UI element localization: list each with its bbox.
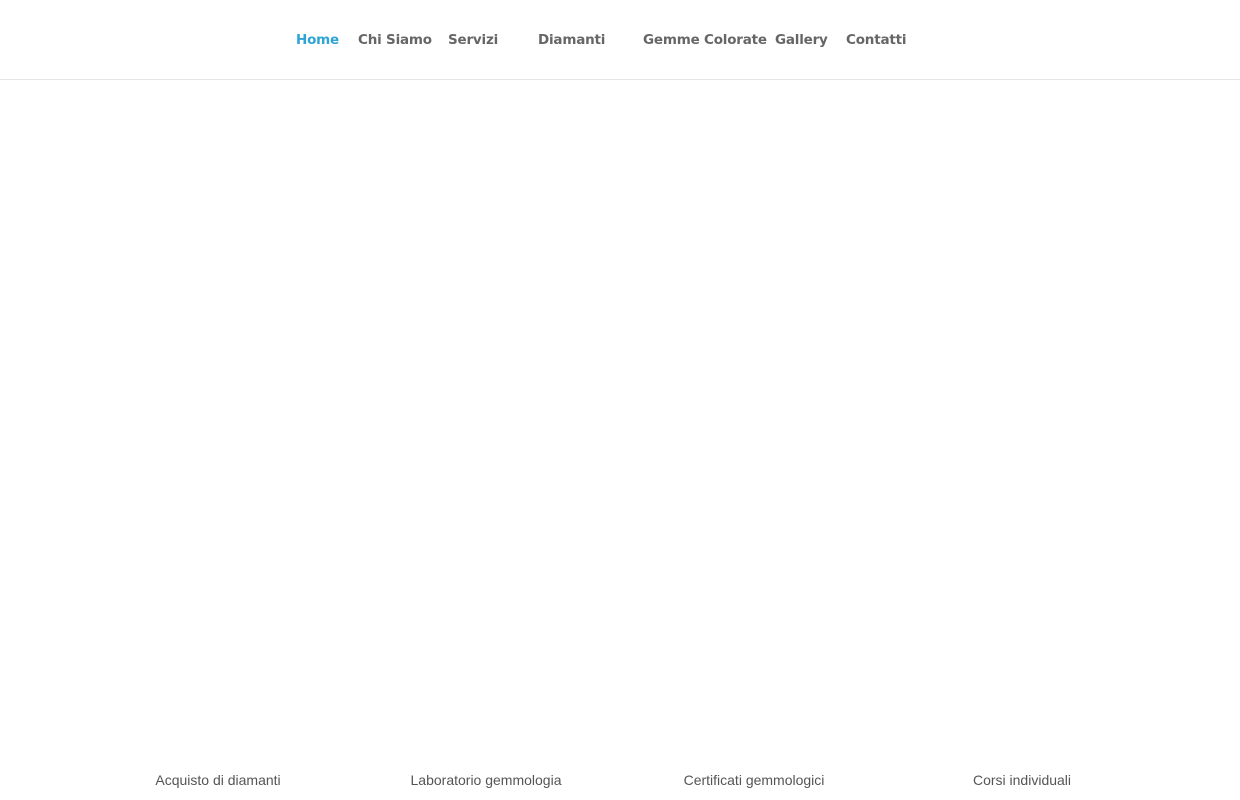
- service-link-acquisto-diamanti[interactable]: Acquisto di diamanti: [155, 771, 280, 789]
- nav-item-chi-siamo[interactable]: Chi Siamo: [358, 31, 432, 49]
- nav-item-diamanti[interactable]: Diamanti: [538, 31, 605, 49]
- service-link-corsi-individuali[interactable]: Corsi individuali: [973, 771, 1071, 789]
- site-header: Home Chi Siamo Servizi Diamanti Gemme Co…: [0, 0, 1240, 80]
- nav-item-gemme-colorate[interactable]: Gemme Colorate: [643, 31, 767, 49]
- nav-item-gallery[interactable]: Gallery: [775, 31, 828, 49]
- nav-item-contatti[interactable]: Contatti: [846, 31, 906, 49]
- nav-item-servizi[interactable]: Servizi: [448, 31, 498, 49]
- service-link-certificati-gemmologici[interactable]: Certificati gemmologici: [684, 771, 825, 789]
- service-link-laboratorio-gemmologia[interactable]: Laboratorio gemmologia: [411, 771, 562, 789]
- nav-item-home[interactable]: Home: [296, 31, 339, 49]
- hero-area: [0, 81, 1240, 741]
